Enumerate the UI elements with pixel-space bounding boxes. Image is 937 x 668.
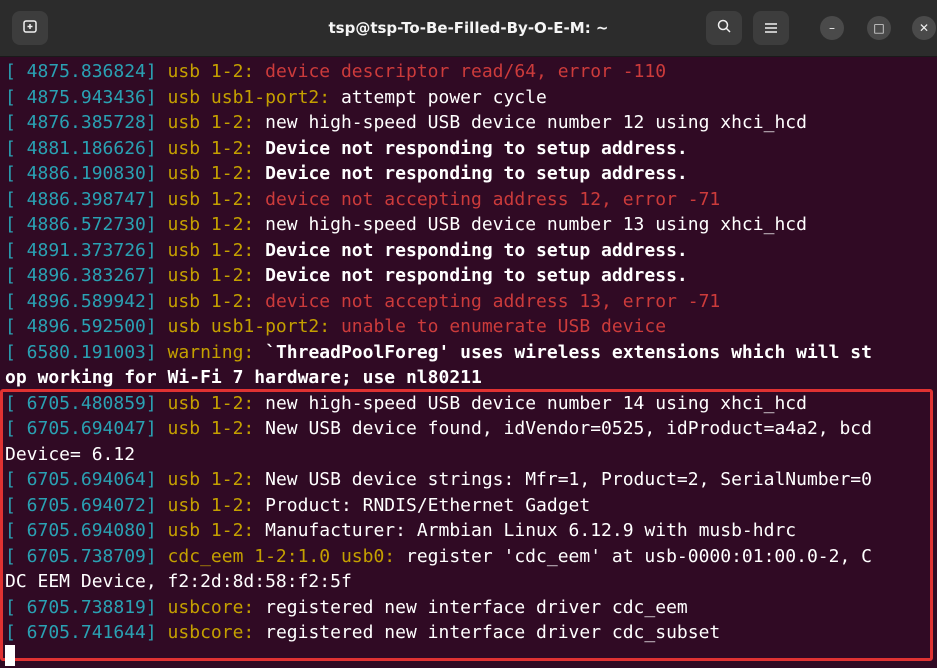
log-message: device descriptor read/64, error -110 bbox=[254, 61, 667, 82]
terminal-line: [ 4896.592500] usb usb1-port2: unable to… bbox=[5, 314, 666, 340]
terminal-line: [ 4896.383267] usb 1-2: Device not respo… bbox=[5, 263, 688, 289]
device-label: usb usb1-port2: bbox=[156, 86, 331, 108]
log-message: Device not responding to setup address. bbox=[254, 265, 688, 286]
terminal-line: [ 4891.373726] usb 1-2: Device not respo… bbox=[5, 238, 688, 264]
log-message: device not accepting address 12, error -… bbox=[254, 188, 721, 210]
log-message: `ThreadPoolForeg' uses wireless extensio… bbox=[254, 341, 872, 363]
highlight-box bbox=[0, 389, 933, 661]
terminal-line: [ 4876.385728] usb 1-2: new high-speed U… bbox=[5, 110, 807, 136]
timestamp: [ 4886.572730] bbox=[5, 214, 157, 235]
terminal-line: [ 4886.572730] usb 1-2: new high-speed U… bbox=[5, 212, 807, 238]
log-message: new high-speed USB device number 12 usin… bbox=[254, 112, 807, 133]
terminal-line: op working for Wi-Fi 7 hardware; use nl8… bbox=[5, 365, 482, 391]
search-button[interactable] bbox=[706, 11, 742, 45]
terminal-line: [ 4886.398747] usb 1-2: device not accep… bbox=[5, 187, 720, 213]
timestamp: [ 4896.589942] bbox=[5, 290, 157, 312]
terminal-line: [ 4875.836824] usb 1-2: device descripto… bbox=[5, 59, 666, 85]
timestamp: [ 4881.186626] bbox=[5, 137, 157, 159]
maximize-icon: □ bbox=[873, 21, 885, 35]
terminal-line: [ 4896.589942] usb 1-2: device not accep… bbox=[5, 289, 720, 315]
timestamp: [ 6580.191003] bbox=[5, 341, 157, 363]
device-label: usb 1-2: bbox=[156, 290, 255, 312]
timestamp: [ 4875.943436] bbox=[5, 86, 157, 108]
log-message: Device not responding to setup address. bbox=[254, 137, 688, 159]
log-message: op working for Wi-Fi 7 hardware; use nl8… bbox=[5, 367, 482, 388]
maximize-button[interactable]: □ bbox=[867, 16, 891, 40]
device-label: usb 1-2: bbox=[156, 137, 255, 159]
timestamp: [ 4891.373726] bbox=[5, 239, 157, 261]
menu-button[interactable] bbox=[753, 11, 789, 45]
timestamp: [ 4886.190830] bbox=[5, 163, 157, 184]
close-button[interactable]: ✕ bbox=[912, 16, 936, 40]
minimize-icon: – bbox=[829, 21, 835, 35]
device-label: usb 1-2: bbox=[156, 214, 255, 235]
device-label: usb 1-2: bbox=[156, 112, 255, 133]
terminal-line: [ 4881.186626] usb 1-2: Device not respo… bbox=[5, 136, 688, 162]
terminal-output[interactable]: [ 6705.741644] usbcore: registered new i… bbox=[0, 57, 937, 668]
log-message: device not accepting address 13, error -… bbox=[254, 290, 721, 312]
title-bar: tsp@tsp-To-Be-Filled-By-O-E-M: ~ – □ ✕ bbox=[0, 0, 937, 57]
device-label: usb 1-2: bbox=[156, 265, 255, 286]
minimize-button[interactable]: – bbox=[820, 16, 844, 40]
hamburger-menu-icon bbox=[764, 19, 778, 38]
device-label: usb 1-2: bbox=[156, 188, 255, 210]
text-cursor bbox=[5, 645, 15, 666]
terminal-line: [ 4875.943436] usb usb1-port2: attempt p… bbox=[5, 85, 547, 111]
search-icon bbox=[716, 18, 732, 38]
device-label: usb 1-2: bbox=[156, 163, 255, 184]
terminal-line: [ 4886.190830] usb 1-2: Device not respo… bbox=[5, 161, 688, 187]
device-label: usb 1-2: bbox=[156, 61, 255, 82]
device-label: warning: bbox=[156, 341, 255, 363]
device-label: usb 1-2: bbox=[156, 239, 255, 261]
log-message: Device not responding to setup address. bbox=[254, 239, 688, 261]
timestamp: [ 4886.398747] bbox=[5, 188, 157, 210]
close-icon: ✕ bbox=[918, 21, 930, 35]
window-title: tsp@tsp-To-Be-Filled-By-O-E-M: ~ bbox=[328, 19, 609, 37]
log-message: new high-speed USB device number 13 usin… bbox=[254, 214, 807, 235]
log-message: Device not responding to setup address. bbox=[254, 163, 688, 184]
timestamp: [ 4875.836824] bbox=[5, 61, 157, 82]
terminal-line: [ 6580.191003] warning: `ThreadPoolForeg… bbox=[5, 340, 872, 366]
timestamp: [ 4896.592500] bbox=[5, 316, 157, 337]
timestamp: [ 4896.383267] bbox=[5, 265, 157, 286]
timestamp: [ 4876.385728] bbox=[5, 112, 157, 133]
log-message: unable to enumerate USB device bbox=[330, 316, 667, 337]
log-message: attempt power cycle bbox=[330, 86, 547, 108]
device-label: usb usb1-port2: bbox=[156, 316, 331, 337]
